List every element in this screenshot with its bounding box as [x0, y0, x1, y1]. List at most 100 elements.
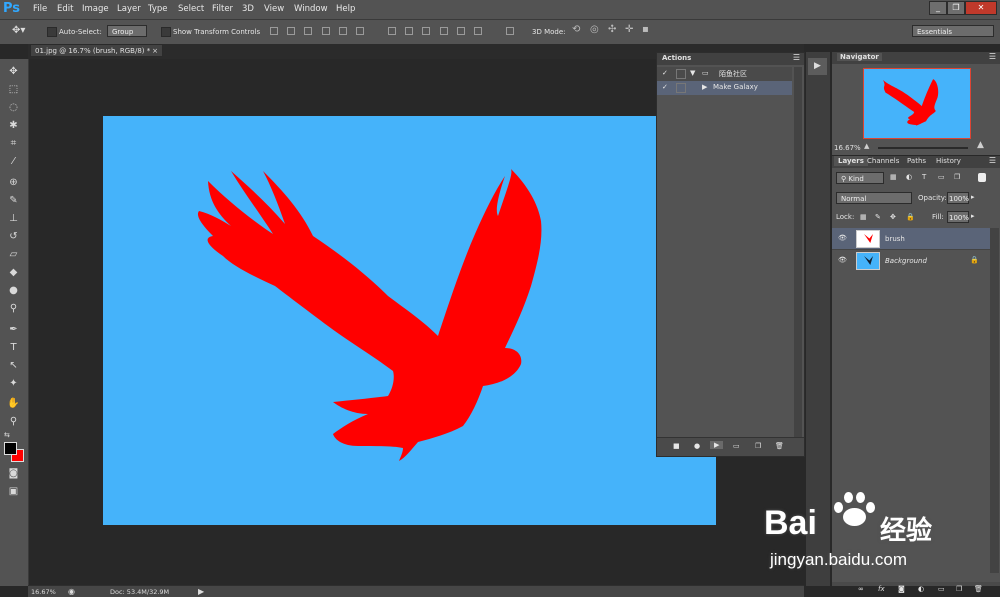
close-tab-icon[interactable]: ×	[152, 45, 158, 58]
visibility-eye-icon[interactable]: 👁	[838, 256, 847, 264]
lock-image-icon[interactable]: ✎	[875, 213, 881, 221]
3d-pan-icon[interactable]: ✣	[608, 24, 616, 35]
menu-window[interactable]: Window	[294, 4, 328, 14]
navigator-zoom[interactable]: 16.67%	[834, 144, 861, 152]
tab-layers[interactable]: Layers	[834, 156, 868, 166]
adjustment-layer-icon[interactable]: ◐	[918, 585, 924, 593]
new-group-icon[interactable]: ▭	[938, 585, 945, 593]
distribute-bottom-icon[interactable]	[422, 27, 430, 35]
lock-position-icon[interactable]: ✥	[890, 213, 896, 221]
menu-filter[interactable]: Filter	[212, 4, 233, 14]
restore-button[interactable]: ❐	[947, 1, 965, 15]
zoom-slider[interactable]	[878, 147, 968, 149]
screen-mode-icon[interactable]: ▣	[6, 485, 21, 498]
eyedropper-tool-icon[interactable]: ⁄	[6, 155, 21, 168]
layer-row-brush[interactable]: 👁 brush	[832, 228, 990, 249]
menu-3d[interactable]: 3D	[242, 4, 254, 14]
link-layers-icon[interactable]: ∞	[858, 585, 864, 593]
dialog-toggle-box[interactable]	[676, 69, 686, 79]
layer-name[interactable]: brush	[885, 235, 905, 243]
document-canvas[interactable]	[103, 116, 716, 525]
distribute-vcenter-icon[interactable]	[405, 27, 413, 35]
actions-scrollbar[interactable]	[794, 67, 802, 437]
action-row[interactable]: ✓ ▶ Make Galaxy	[657, 81, 792, 95]
zoom-out-icon[interactable]: ▲	[864, 142, 869, 150]
history-brush-tool-icon[interactable]: ↺	[6, 230, 21, 243]
opacity-field[interactable]: 100%	[947, 192, 969, 204]
panel-menu-icon[interactable]: ☰	[989, 52, 996, 61]
expand-arrow-icon[interactable]: ▼	[690, 69, 695, 77]
collapse-arrow-icon[interactable]: ▶	[702, 83, 707, 91]
align-right-icon[interactable]	[356, 27, 364, 35]
menu-layer[interactable]: Layer	[117, 4, 141, 14]
blur-tool-icon[interactable]: ●	[6, 284, 21, 297]
clone-stamp-tool-icon[interactable]: ⊥	[6, 212, 21, 225]
actions-panel-icon[interactable]: ▶	[808, 58, 827, 75]
tab-history[interactable]: History	[936, 157, 961, 165]
filter-toggle-icon[interactable]	[978, 173, 986, 182]
3d-roll-icon[interactable]: ◎	[590, 24, 599, 35]
distribute-top-icon[interactable]	[388, 27, 396, 35]
fill-field[interactable]: 100%	[947, 211, 969, 223]
panel-menu-icon[interactable]: ☰	[793, 53, 800, 62]
move-tool-icon[interactable]: ✥	[6, 65, 21, 78]
filter-pixel-icon[interactable]: ▦	[890, 173, 897, 181]
tab-paths[interactable]: Paths	[907, 157, 926, 165]
path-selection-tool-icon[interactable]: ↖	[6, 359, 21, 372]
panel-menu-icon[interactable]: ☰	[989, 156, 996, 165]
zoom-tool-icon[interactable]: ⚲	[6, 415, 21, 428]
workspace-dropdown[interactable]: Essentials	[912, 25, 994, 37]
zoom-level[interactable]: 16.67%	[31, 588, 56, 596]
play-icon[interactable]: ▶	[710, 441, 724, 449]
quick-select-tool-icon[interactable]: ✱	[6, 119, 21, 132]
type-tool-icon[interactable]: T	[6, 341, 21, 354]
move-tool-icon[interactable]: ✥▾	[12, 25, 25, 36]
delete-icon[interactable]: 🗑	[775, 442, 784, 450]
crop-tool-icon[interactable]: ⌗	[6, 137, 21, 150]
dialog-toggle-box[interactable]	[676, 83, 686, 93]
fx-icon[interactable]: fx	[878, 585, 885, 593]
auto-select-dropdown[interactable]: Group	[107, 25, 147, 37]
layer-filter-dropdown[interactable]: ⚲ Kind	[836, 172, 884, 184]
dodge-tool-icon[interactable]: ⚲	[6, 302, 21, 315]
status-arrow-icon[interactable]: ▶	[198, 587, 204, 596]
brush-tool-icon[interactable]: ✎	[6, 194, 21, 207]
3d-scale-icon[interactable]: ▪	[642, 24, 649, 35]
healing-brush-tool-icon[interactable]: ⊕	[6, 176, 21, 189]
layer-row-background[interactable]: 👁 Background 🔒	[832, 249, 990, 271]
checkmark-icon[interactable]: ✓	[662, 69, 668, 77]
swap-colors-icon[interactable]: ⇆	[4, 431, 10, 439]
align-bottom-icon[interactable]	[304, 27, 312, 35]
marquee-tool-icon[interactable]: ⬚	[6, 83, 21, 96]
close-window-button[interactable]: ✕	[965, 1, 997, 15]
menu-view[interactable]: View	[264, 4, 284, 14]
blend-mode-dropdown[interactable]: Normal	[836, 192, 912, 204]
action-set-row[interactable]: ✓ ▼ ▭ 陌鱼社区	[657, 67, 792, 81]
visibility-eye-icon[interactable]: 👁	[838, 234, 847, 242]
align-left-icon[interactable]	[322, 27, 330, 35]
checkmark-icon[interactable]: ✓	[662, 83, 668, 91]
3d-slide-icon[interactable]: ✛	[625, 24, 633, 35]
menu-image[interactable]: Image	[82, 4, 109, 14]
new-layer-icon[interactable]: ❐	[956, 585, 962, 593]
record-icon[interactable]: ●	[694, 442, 700, 450]
auto-select-checkbox[interactable]	[47, 27, 57, 37]
quick-mask-icon[interactable]: ◙	[6, 467, 21, 480]
transform-controls-checkbox[interactable]	[161, 27, 171, 37]
fill-arrow-icon[interactable]: ▸	[971, 212, 975, 220]
layer-name[interactable]: Background	[885, 257, 927, 265]
auto-align-icon[interactable]	[506, 27, 514, 35]
paint-bucket-tool-icon[interactable]: ◆	[6, 266, 21, 279]
opacity-arrow-icon[interactable]: ▸	[971, 193, 975, 201]
menu-help[interactable]: Help	[336, 4, 355, 14]
hand-tool-icon[interactable]: ✋	[6, 397, 21, 410]
navigator-tab[interactable]: Navigator	[837, 53, 882, 61]
lock-all-icon[interactable]: 🔒	[906, 213, 915, 221]
align-hcenter-icon[interactable]	[339, 27, 347, 35]
custom-shape-tool-icon[interactable]: ✦	[6, 377, 21, 390]
delete-layer-icon[interactable]: 🗑	[974, 585, 983, 593]
3d-rotate-icon[interactable]: ⟲	[572, 24, 580, 35]
lock-transparent-icon[interactable]: ▦	[860, 213, 867, 221]
status-info-icon[interactable]: ◉	[68, 587, 75, 596]
menu-file[interactable]: File	[33, 4, 47, 14]
